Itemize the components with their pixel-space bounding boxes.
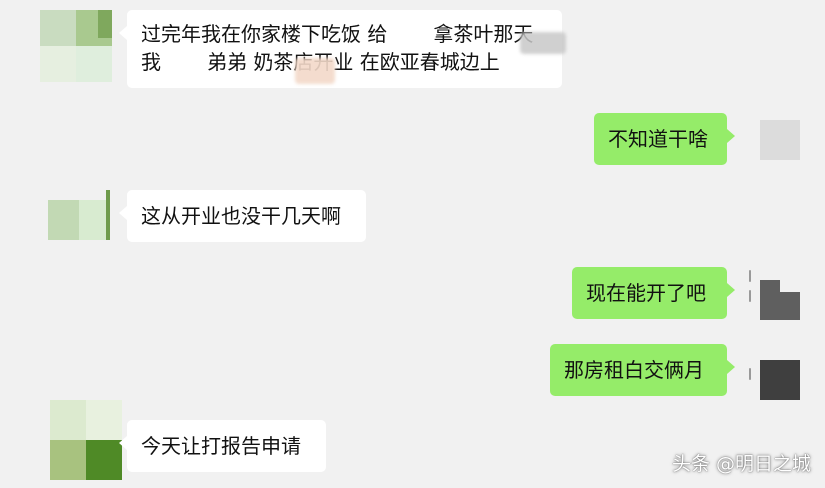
redacted-name — [295, 58, 335, 84]
message-bubble-outgoing[interactable]: 那房租白交俩月 — [550, 344, 735, 396]
message-text: 这从开业也没干几天啊 — [141, 204, 341, 228]
message-bubble-incoming[interactable]: 过完年我在你家楼下吃饭 给拿茶叶那天 我弟弟 奶茶店开业 在欧亚春城边上 — [119, 10, 566, 88]
message-bubble-incoming[interactable]: 今天让打报告申请 — [119, 420, 326, 472]
contact-avatar[interactable] — [50, 400, 122, 480]
contact-avatar[interactable] — [40, 10, 112, 82]
message-text: 今天让打报告申请 — [141, 434, 301, 458]
redacted-name — [520, 32, 566, 54]
chat-window: 过完年我在你家楼下吃饭 给拿茶叶那天 我弟弟 奶茶店开业 在欧亚春城边上 不知道… — [0, 0, 825, 488]
message-text: 现在能开了吧 — [586, 281, 706, 305]
status-mark — [749, 368, 751, 380]
message-text: 不知道干啥 — [608, 127, 708, 151]
message-bubble-outgoing[interactable]: 现在能开了吧 — [572, 267, 735, 319]
message-bubble-incoming[interactable]: 这从开业也没干几天啊 — [119, 190, 366, 242]
contact-avatar[interactable] — [48, 190, 110, 240]
own-avatar[interactable] — [760, 280, 800, 320]
status-mark — [749, 290, 751, 302]
own-avatar[interactable] — [760, 360, 800, 400]
message-text-line-2: 我弟弟 奶茶店开业 在欧亚春城边上 — [141, 50, 500, 74]
message-text: 那房租白交俩月 — [564, 358, 704, 382]
status-mark — [749, 270, 751, 282]
watermark: 头条 @明日之城 — [671, 453, 811, 475]
message-text-line-1: 过完年我在你家楼下吃饭 给拿茶叶那天 — [141, 22, 534, 46]
own-avatar[interactable] — [760, 120, 800, 160]
message-bubble-outgoing[interactable]: 不知道干啥 — [594, 113, 735, 165]
